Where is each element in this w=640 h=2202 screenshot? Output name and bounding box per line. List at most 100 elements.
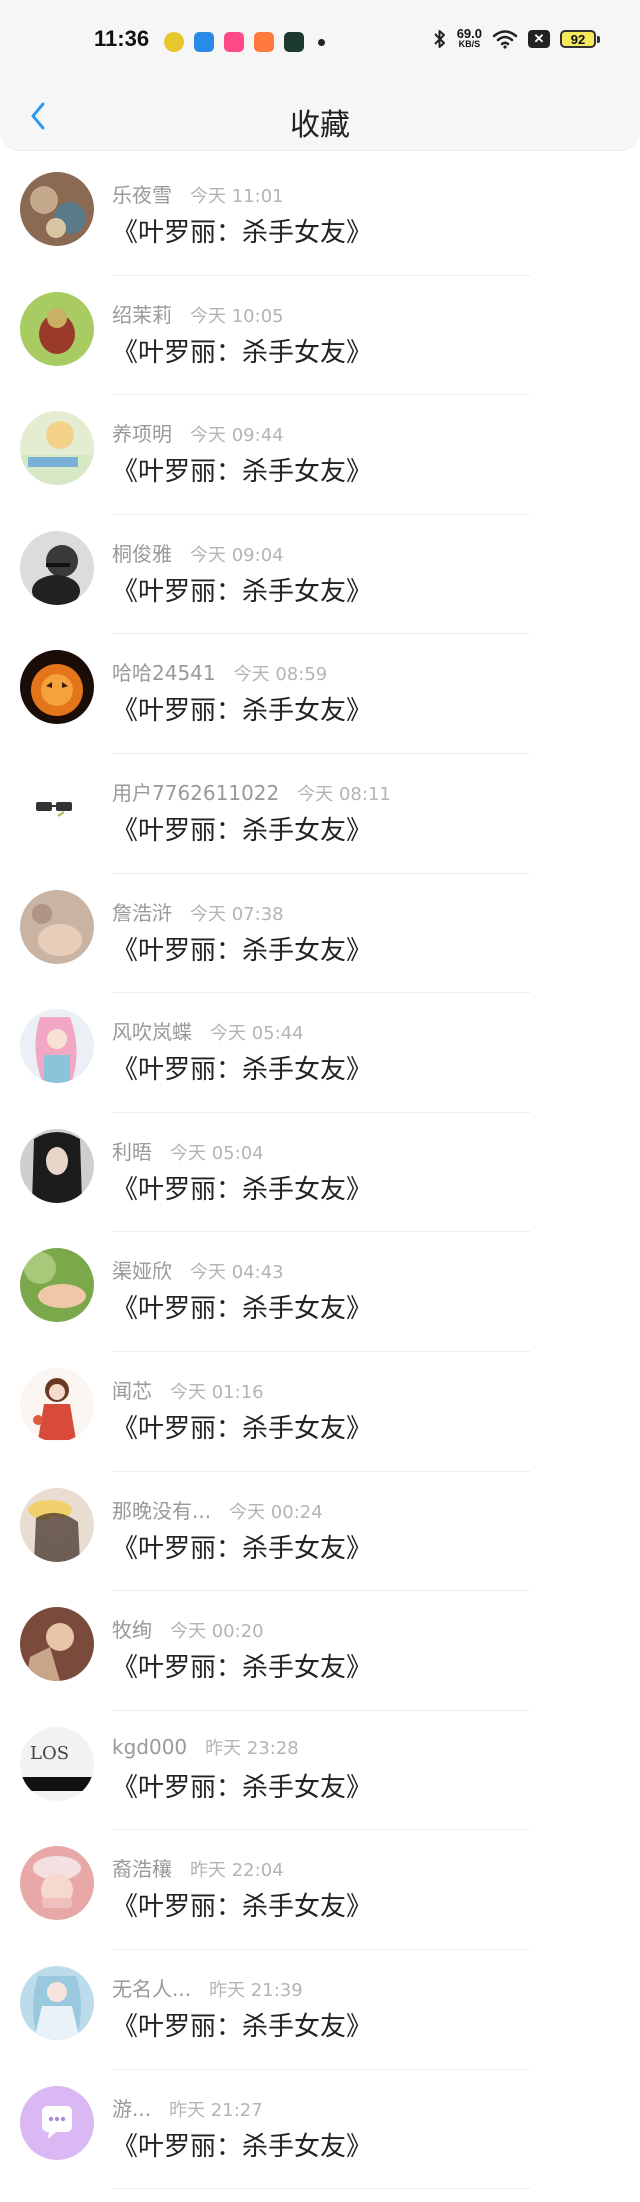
user-name[interactable]: 渠娅欣: [112, 1255, 172, 1284]
list-item[interactable]: 绍茉莉 今天 10:05 《叶罗丽：杀手女友》: [0, 276, 640, 396]
network-speed: 69.0 KB/S: [457, 27, 482, 50]
list-item[interactable]: 闻芯 今天 01:16 《叶罗丽：杀手女友》: [0, 1352, 640, 1472]
item-content[interactable]: 《叶罗丽：杀手女友》: [112, 930, 372, 967]
item-content[interactable]: 《叶罗丽：杀手女友》: [112, 2126, 372, 2163]
list-item[interactable]: LOS kgd000 昨天 23:28 《叶罗丽：杀手女友》: [0, 1711, 640, 1831]
sim-disabled-icon: ✕: [528, 30, 550, 48]
avatar[interactable]: [20, 889, 94, 964]
avatar[interactable]: [20, 411, 94, 486]
item-content[interactable]: 《叶罗丽：杀手女友》: [112, 810, 372, 847]
item-time: 今天 08:59: [233, 664, 328, 686]
item-content[interactable]: 《叶罗丽：杀手女友》: [112, 690, 372, 727]
wifi-icon: [492, 30, 518, 49]
avatar[interactable]: [20, 650, 94, 725]
item-meta: 利晤 今天 05:04: [112, 1136, 264, 1165]
item-time: 昨天 23:28: [205, 1737, 299, 1759]
list-item[interactable]: 裔浩穰 昨天 22:04 《叶罗丽：杀手女友》: [0, 1830, 640, 1950]
list-item[interactable]: 那晚没有... 今天 00:24 《叶罗丽：杀手女友》: [0, 1472, 640, 1592]
user-name[interactable]: 牧绚: [112, 1614, 152, 1643]
item-content[interactable]: 《叶罗丽：杀手女友》: [112, 332, 372, 369]
item-meta: 无名人... 昨天 21:39: [112, 1973, 303, 2002]
avatar[interactable]: [20, 1248, 94, 1323]
list-item[interactable]: 渠娅欣 今天 04:43 《叶罗丽：杀手女友》: [0, 1232, 640, 1352]
list-item[interactable]: 无名人... 昨天 21:39 《叶罗丽：杀手女友》: [0, 1950, 640, 2070]
item-content[interactable]: 《叶罗丽：杀手女友》: [112, 1049, 372, 1086]
item-content[interactable]: 《叶罗丽：杀手女友》: [112, 212, 372, 249]
user-name[interactable]: 裔浩穰: [112, 1853, 172, 1882]
user-name[interactable]: 闻芯: [112, 1375, 152, 1404]
item-content[interactable]: 《叶罗丽：杀手女友》: [112, 1528, 372, 1565]
avatar[interactable]: [20, 1846, 94, 1921]
user-name[interactable]: 风吹岚蝶: [112, 1016, 192, 1045]
item-content[interactable]: 《叶罗丽：杀手女友》: [112, 451, 372, 488]
list-item[interactable]: 乐夜雪 今天 11:01 《叶罗丽：杀手女友》: [0, 156, 640, 276]
avatar[interactable]: [20, 1367, 94, 1442]
list-item[interactable]: 詹浩浒 今天 07:38 《叶罗丽：杀手女友》: [0, 874, 640, 994]
list-item[interactable]: 游... 昨天 21:27 《叶罗丽：杀手女友》: [0, 2070, 640, 2190]
avatar[interactable]: [20, 1607, 94, 1682]
item-content[interactable]: 《叶罗丽：杀手女友》: [112, 1288, 372, 1325]
item-meta: 绍茉莉 今天 10:05: [112, 299, 284, 328]
item-content[interactable]: 《叶罗丽：杀手女友》: [112, 2006, 372, 2043]
item-meta: kgd000 昨天 23:28: [112, 1734, 299, 1760]
item-time: 今天 05:44: [210, 1023, 304, 1045]
item-meta: 那晚没有... 今天 00:24: [112, 1495, 323, 1524]
avatar[interactable]: LOS: [20, 1726, 94, 1801]
item-content[interactable]: 《叶罗丽：杀手女友》: [112, 1169, 372, 1206]
list-item[interactable]: 哈哈24541 今天 08:59 《叶罗丽：杀手女友》: [0, 634, 640, 754]
item-time: 昨天 22:04: [190, 1860, 284, 1882]
user-name[interactable]: 绍茉莉: [112, 299, 172, 328]
avatar[interactable]: [20, 1965, 94, 2040]
user-name[interactable]: 乐夜雪: [112, 179, 172, 208]
user-name[interactable]: 那晚没有...: [112, 1495, 211, 1524]
user-name[interactable]: 哈哈24541: [112, 657, 216, 686]
avatar[interactable]: [20, 291, 94, 366]
app-notification-icon: [224, 32, 244, 52]
avatar[interactable]: [20, 1487, 94, 1562]
item-content[interactable]: 《叶罗丽：杀手女友》: [112, 1408, 372, 1445]
list-item[interactable]: 用户7762611022 今天 08:11 《叶罗丽：杀手女友》: [0, 754, 640, 874]
item-content[interactable]: 《叶罗丽：杀手女友》: [112, 1767, 372, 1804]
divider: [112, 2188, 530, 2190]
item-time: 今天 00:24: [229, 1501, 323, 1523]
user-name[interactable]: 无名人...: [112, 1973, 191, 2002]
item-time: 昨天 21:27: [169, 2099, 263, 2121]
list-item[interactable]: 养项明 今天 09:44 《叶罗丽：杀手女友》: [0, 395, 640, 515]
user-name[interactable]: 利晤: [112, 1136, 152, 1165]
bluetooth-icon: [433, 30, 445, 48]
list-item[interactable]: 利晤 今天 05:04 《叶罗丽：杀手女友》: [0, 1113, 640, 1233]
avatar[interactable]: [20, 2085, 94, 2160]
user-name[interactable]: 游...: [112, 2093, 151, 2122]
user-name[interactable]: 桐俊雅: [112, 538, 172, 567]
avatar[interactable]: [20, 1009, 94, 1084]
list-item[interactable]: 风吹岚蝶 今天 05:44 《叶罗丽：杀手女友》: [0, 993, 640, 1113]
svg-text:LOS: LOS: [30, 1743, 69, 1764]
item-content[interactable]: 《叶罗丽：杀手女友》: [112, 571, 372, 608]
item-time: 昨天 21:39: [209, 1979, 303, 2001]
list-item[interactable]: 桐俊雅 今天 09:04 《叶罗丽：杀手女友》: [0, 515, 640, 635]
user-name[interactable]: 詹浩浒: [112, 897, 172, 926]
item-time: 今天 04:43: [190, 1262, 284, 1284]
avatar[interactable]: [20, 530, 94, 605]
user-name[interactable]: 用户7762611022: [112, 777, 279, 806]
item-content[interactable]: 《叶罗丽：杀手女友》: [112, 1886, 372, 1923]
app-notification-icon: [284, 32, 304, 52]
item-meta: 养项明 今天 09:44: [112, 418, 284, 447]
item-content[interactable]: 《叶罗丽：杀手女友》: [112, 1647, 372, 1684]
list-item[interactable]: 牧绚 今天 00:20 《叶罗丽：杀手女友》: [0, 1591, 640, 1711]
avatar[interactable]: [20, 769, 94, 844]
avatar[interactable]: [20, 1128, 94, 1203]
notification-icons: [164, 32, 325, 52]
item-meta: 乐夜雪 今天 11:01: [112, 179, 284, 208]
more-notifications-dot: [318, 38, 325, 46]
item-time: 今天 09:04: [190, 544, 284, 566]
item-meta: 詹浩浒 今天 07:38: [112, 897, 284, 926]
item-time: 今天 08:11: [297, 783, 391, 805]
item-meta: 渠娅欣 今天 04:43: [112, 1255, 284, 1284]
app-notification-icon: [194, 32, 214, 52]
user-name[interactable]: kgd000: [112, 1735, 187, 1759]
avatar[interactable]: [20, 172, 94, 246]
item-meta: 牧绚 今天 00:20: [112, 1614, 264, 1643]
user-name[interactable]: 养项明: [112, 418, 172, 447]
item-meta: 桐俊雅 今天 09:04: [112, 538, 284, 567]
